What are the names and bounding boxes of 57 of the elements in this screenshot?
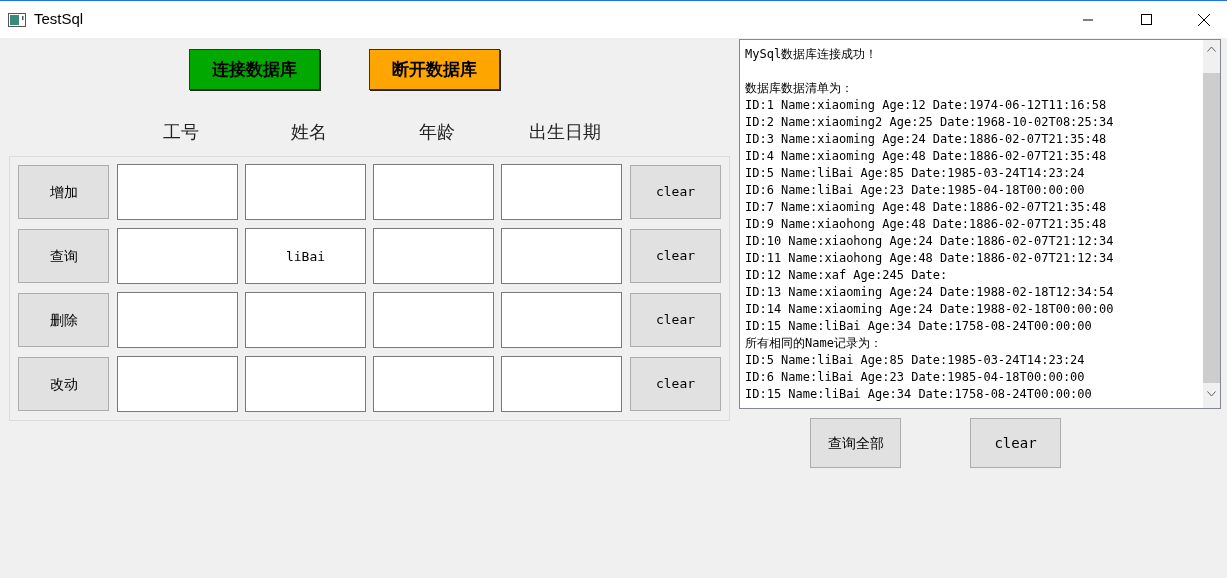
action-button[interactable]: 增加	[18, 165, 109, 219]
log-line: ID:5 Name:liBai Age:85 Date:1985-03-24T14:23:24	[745, 165, 1086, 182]
window-icon	[8, 12, 26, 27]
log-line: 数据库数据清单为：	[745, 80, 854, 97]
clear-button[interactable]: clear	[630, 229, 721, 283]
maximize-icon	[1140, 14, 1152, 25]
database-button[interactable]: 断开数据库	[369, 49, 500, 90]
close-icon	[1198, 13, 1210, 26]
input-field[interactable]	[373, 228, 494, 284]
log-line: ID:6 Name:liBai Age:23 Date:1985-04-18T00:00:00	[745, 182, 1086, 199]
input-field[interactable]	[501, 292, 622, 348]
input-field[interactable]	[245, 164, 366, 220]
clear-button[interactable]: clear	[630, 293, 721, 347]
log-line: 所有相同的Name记录为：	[745, 335, 883, 352]
input-field[interactable]	[373, 356, 494, 412]
input-field[interactable]	[501, 356, 622, 412]
action-button[interactable]: 查询	[18, 229, 109, 283]
clear-button[interactable]: clear	[630, 165, 721, 219]
input-field[interactable]	[245, 292, 366, 348]
scrollbar-thumb[interactable]	[1203, 73, 1220, 383]
column-header: 出生日期	[528, 119, 602, 144]
log-line: ID:1 Name:xiaoming Age:12 Date:1974-06-12T11:16:58	[745, 97, 1108, 114]
input-field[interactable]: liBai	[245, 228, 366, 284]
log-line: MySql数据库连接成功！	[745, 46, 879, 63]
log-line: ID:2 Name:xiaoming2 Age:25 Date:1968-10-02T08:25:34	[745, 114, 1115, 131]
column-header: 姓名	[290, 119, 328, 144]
column-header: 工号	[162, 119, 200, 144]
log-button[interactable]: 查询全部	[810, 418, 901, 468]
clear-button[interactable]: clear	[630, 357, 721, 411]
log-line: ID:15 Name:liBai Age:34 Date:1758-08-24T00:00:00	[745, 318, 1093, 335]
log-line: ID:11 Name:xiaohong Age:48 Date:1886-02-07T21:12:34	[745, 250, 1115, 267]
log-line: ID:5 Name:liBai Age:85 Date:1985-03-24T14:23:24	[745, 352, 1086, 369]
input-field[interactable]	[501, 228, 622, 284]
input-field[interactable]	[117, 164, 238, 220]
column-header: 年龄	[418, 119, 456, 144]
log-line: ID:15 Name:liBai Age:34 Date:1758-08-24T00:00:00	[745, 386, 1093, 403]
log-line: ID:7 Name:xiaoming Age:48 Date:1886-02-07T21:35:48	[745, 199, 1108, 216]
log-button[interactable]: clear	[970, 418, 1061, 468]
input-field[interactable]	[245, 356, 366, 412]
log-line: ID:6 Name:liBai Age:23 Date:1985-04-18T00:00:00	[745, 369, 1086, 386]
log-line: ID:13 Name:xiaoming Age:24 Date:1988-02-18T12:34:54	[745, 284, 1115, 301]
action-button[interactable]: 删除	[18, 293, 109, 347]
log-line: ID:9 Name:xiaohong Age:48 Date:1886-02-07T21:35:48	[745, 216, 1108, 233]
input-field[interactable]	[117, 228, 238, 284]
input-field[interactable]	[117, 356, 238, 412]
log-line: ID:10 Name:xiaohong Age:24 Date:1886-02-07T21:12:34	[745, 233, 1115, 250]
input-field[interactable]	[501, 164, 622, 220]
action-button[interactable]: 改动	[18, 357, 109, 411]
input-field[interactable]	[117, 292, 238, 348]
window-title: TestSql	[34, 9, 84, 30]
log-line: ID:12 Name:xaf Age:245 Date:	[745, 267, 949, 284]
log-line: ID:3 Name:xiaoming Age:24 Date:1886-02-07T21:35:48	[745, 131, 1108, 148]
input-field[interactable]	[373, 164, 494, 220]
log-line: ID:4 Name:xiaoming Age:48 Date:1886-02-07T21:35:48	[745, 148, 1108, 165]
input-field[interactable]	[373, 292, 494, 348]
database-button[interactable]: 连接数据库	[189, 49, 320, 90]
log-line: ID:14 Name:xiaoming Age:24 Date:1988-02-18T00:00:00	[745, 301, 1115, 318]
